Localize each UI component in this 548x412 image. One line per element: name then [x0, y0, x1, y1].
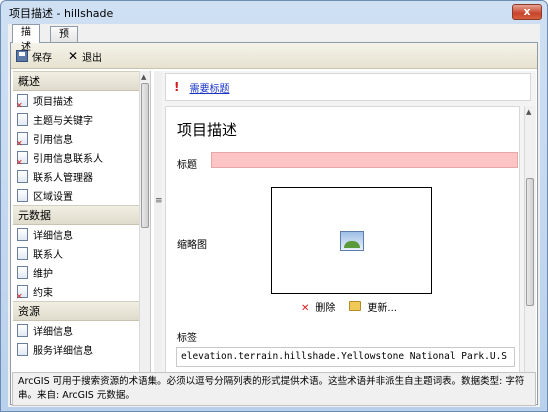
sidebar-item-metadata-contacts[interactable]: 联系人	[13, 244, 150, 263]
sidebar-item-contacts-manager[interactable]: 联系人管理器	[13, 167, 150, 186]
doc-error-icon	[16, 285, 28, 301]
page-title: 项目描述	[177, 121, 238, 139]
group-header-metadata[interactable]: 元数据	[13, 205, 150, 225]
sidebar-item-metadata-details[interactable]: 详细信息	[13, 225, 150, 244]
title-bar: 项目描述 - hillshade x	[1, 1, 547, 23]
sidebar-item-label: 详细信息	[33, 231, 73, 242]
item-description-form: 项目描述 标题 缩略图 ✕ 删除 更新... 标签 elevation.terr…	[165, 106, 520, 390]
sidebar-item-label: 维护	[33, 269, 53, 280]
close-icon: ✕	[68, 49, 79, 63]
title-label: 标题	[177, 160, 197, 171]
doc-icon	[17, 189, 28, 202]
doc-icon	[17, 113, 28, 126]
validation-alert: ! 需要标题	[165, 73, 531, 101]
update-thumbnail-button[interactable]: 更新...	[349, 299, 397, 314]
sidebar-item-label: 服务详细信息	[33, 346, 93, 357]
thumbnail-box[interactable]	[271, 187, 432, 294]
sidebar-item-citation[interactable]: 引用信息	[13, 129, 150, 148]
sidebar-item-label: 主题与关键字	[33, 116, 93, 127]
tab-description[interactable]: 描述	[12, 24, 40, 53]
delete-thumbnail-button[interactable]: ✕ 删除	[301, 299, 335, 314]
doc-icon	[17, 228, 28, 241]
close-window-button[interactable]: x	[512, 4, 542, 20]
window-title: 项目描述 - hillshade	[9, 7, 114, 20]
sidebar-scroll-thumb[interactable]	[141, 83, 149, 228]
doc-error-icon	[16, 151, 28, 167]
warning-icon: !	[174, 80, 180, 94]
doc-icon	[17, 170, 28, 183]
tab-preview[interactable]: 预览	[50, 26, 78, 55]
doc-error-icon	[16, 132, 28, 148]
tags-label: 标签	[177, 333, 197, 344]
thumbnail-actions: ✕ 删除 更新...	[301, 299, 397, 314]
sidebar-item-maintenance[interactable]: 维护	[13, 263, 150, 282]
delete-icon: ✕	[301, 303, 310, 314]
group-header-overview[interactable]: 概述	[13, 71, 150, 91]
scroll-up-arrow-icon[interactable]: ▲	[141, 73, 146, 81]
title-input[interactable]	[211, 152, 518, 168]
doc-error-icon	[16, 94, 28, 110]
toolbar: 保存 ✕ 退出	[11, 43, 537, 69]
sidebar-item-service-details[interactable]: 服务详细信息	[13, 340, 150, 359]
tags-input[interactable]: elevation.terrain.hillshade.Yellowstone …	[176, 347, 515, 367]
title-required-link[interactable]: 需要标题	[189, 80, 229, 95]
doc-icon	[17, 343, 28, 356]
sidebar-item-label: 联系人	[33, 250, 63, 261]
image-placeholder-icon	[340, 231, 364, 251]
sidebar-item-item-description[interactable]: 项目描述	[13, 91, 150, 110]
update-label: 更新...	[367, 303, 397, 314]
scroll-up-arrow-icon[interactable]: ▲	[526, 108, 531, 116]
sidebar-item-label: 引用信息	[33, 135, 73, 146]
sidebar-item-label: 项目描述	[33, 97, 73, 108]
sidebar-item-citation-contacts[interactable]: 引用信息联系人	[13, 148, 150, 167]
help-status-bar: ArcGIS 可用于搜索资源的术语集。必须以逗号分隔列表的形式提供术语。这些术语…	[12, 372, 536, 406]
exit-button[interactable]: ✕ 退出	[68, 48, 102, 64]
sidebar-item-locales[interactable]: 区域设置	[13, 186, 150, 205]
doc-icon	[17, 324, 28, 337]
delete-label: 删除	[315, 303, 336, 314]
sidebar-item-label: 引用信息联系人	[33, 154, 103, 165]
sidebar-item-topics-keywords[interactable]: 主题与关键字	[13, 110, 150, 129]
app-window: 项目描述 - hillshade x 描述 预览 保存 ✕ 退出 概述 项目描述	[0, 0, 548, 412]
description-panel: 保存 ✕ 退出 概述 项目描述 主题与关键字 引用信息 引用信息联系人 联系人管…	[10, 42, 538, 405]
client-area: 描述 预览 保存 ✕ 退出 概述 项目描述 主题与关键字 引用信息 引用信息联系…	[8, 24, 540, 407]
group-header-resource[interactable]: 资源	[13, 301, 150, 321]
sidebar-item-resource-details[interactable]: 详细信息	[13, 321, 150, 340]
sidebar-scrollbar[interactable]: ▲ ▼	[139, 71, 150, 390]
save-label: 保存	[32, 52, 52, 64]
sidebar-item-label: 联系人管理器	[33, 173, 93, 184]
sidebar-item-constraints[interactable]: 约束	[13, 282, 150, 301]
doc-icon	[17, 247, 28, 260]
sidebar: 概述 项目描述 主题与关键字 引用信息 引用信息联系人 联系人管理器 区域设置 …	[13, 71, 151, 390]
doc-icon	[17, 266, 28, 279]
sidebar-item-label: 约束	[33, 288, 53, 299]
sidebar-item-label: 区域设置	[33, 192, 73, 203]
content-scroll-thumb[interactable]	[526, 178, 534, 306]
thumbnail-label: 缩略图	[177, 240, 207, 251]
exit-label: 退出	[82, 52, 103, 64]
content-scrollbar[interactable]: ▲ ▼	[524, 106, 535, 390]
sidebar-item-label: 详细信息	[33, 327, 73, 338]
folder-icon	[349, 301, 362, 311]
pane-splitter[interactable]: ≡	[154, 71, 163, 390]
editor-pane: ! 需要标题 项目描述 标题 缩略图 ✕ 删除 更新... 标签 elevati…	[162, 71, 536, 390]
